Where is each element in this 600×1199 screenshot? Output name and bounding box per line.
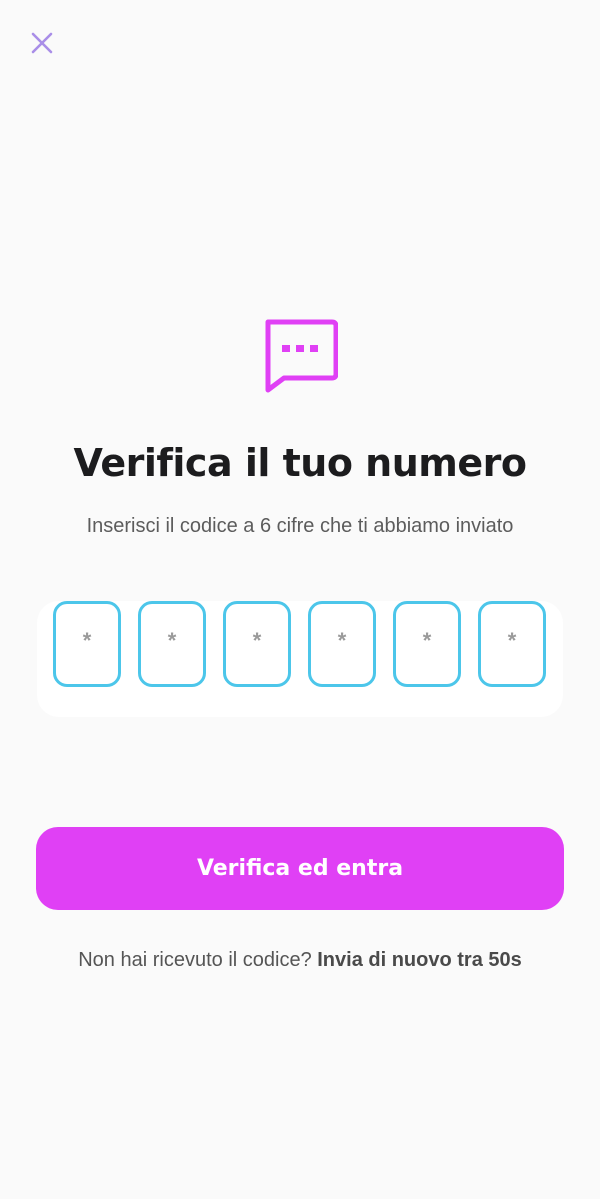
- code-digit-1[interactable]: *: [53, 601, 121, 687]
- code-digit-2[interactable]: *: [138, 601, 206, 687]
- close-button[interactable]: [26, 27, 58, 59]
- verify-button[interactable]: Verifica ed entra: [36, 827, 564, 910]
- code-digit-5[interactable]: *: [393, 601, 461, 687]
- resend-row: Non hai ricevuto il codice? Invia di nuo…: [0, 946, 600, 974]
- page-title: Verifica il tuo numero: [73, 441, 527, 485]
- page-subtitle: Inserisci il codice a 6 cifre che ti abb…: [86, 515, 514, 537]
- code-digit-6[interactable]: *: [478, 601, 546, 687]
- message-dots-icon: [265, 319, 338, 393]
- code-digit-3[interactable]: *: [223, 601, 291, 687]
- resend-prompt: Non hai ricevuto il codice?: [78, 949, 318, 971]
- code-digit-4[interactable]: *: [308, 601, 376, 687]
- resend-link[interactable]: Invia di nuovo tra 50s: [317, 949, 522, 971]
- close-icon: [31, 32, 53, 54]
